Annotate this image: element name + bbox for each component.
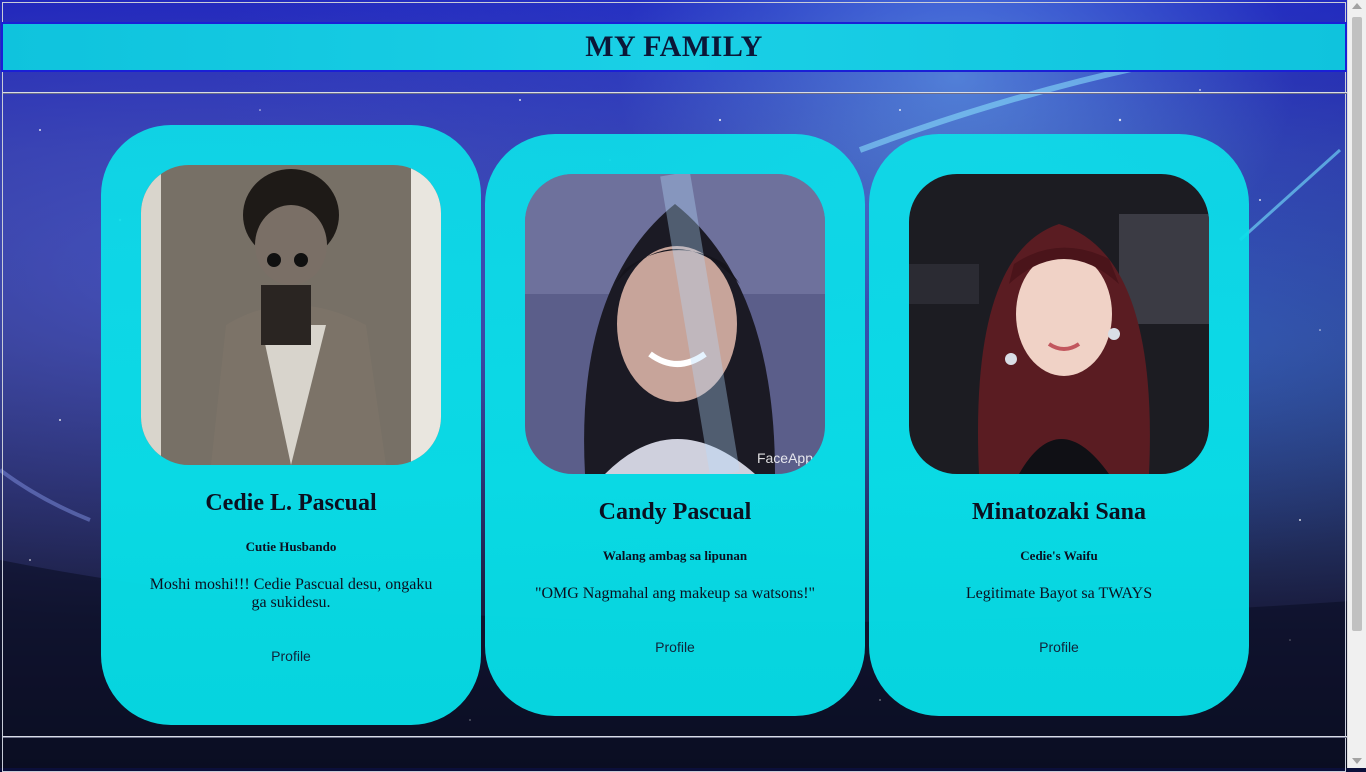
profile-link-candy[interactable]: Profile [485,639,865,655]
photo-watermark: FaceApp [756,450,813,466]
member-role: Walang ambag sa lipunan [602,548,748,563]
member-name: Candy Pascual [598,499,752,525]
scroll-up-arrow-icon[interactable] [1352,3,1362,9]
scrollbar-thumb[interactable] [1352,17,1362,631]
member-description: Legitimate Bayot sa TWAYS [965,585,1153,602]
family-card-cedie: Cedie L. Pascual Cutie Husbando Moshi mo… [101,125,481,725]
profile-photo-sana [909,174,1209,474]
divider-bottom [3,736,1347,738]
divider-top [3,92,1347,94]
member-name: Minatozaki Sana [971,499,1147,525]
member-description: "OMG Nagmahal ang makeup sa watsons!" [534,585,816,602]
profile-link-cedie[interactable]: Profile [101,648,481,664]
scroll-down-arrow-icon[interactable] [1352,758,1362,764]
site-header: MY FAMILY [1,22,1347,72]
member-description: Moshi moshi!!! Cedie Pascual desu, ongak… [149,576,433,611]
member-role: Cutie Husbando [245,539,337,554]
profile-link-sana[interactable]: Profile [869,639,1249,655]
member-role: Cedie's Waifu [1020,548,1098,563]
vertical-scrollbar[interactable] [1347,0,1366,768]
member-name: Cedie L. Pascual [205,490,377,516]
family-card-sana: Minatozaki Sana Cedie's Waifu Legitimate… [869,134,1249,716]
page-title: MY FAMILY [585,30,763,63]
profile-photo-cedie [141,165,441,465]
profile-photo-candy: FaceApp [525,174,825,474]
family-card-candy: FaceApp Candy Pascual Walang ambag sa li… [485,134,865,716]
